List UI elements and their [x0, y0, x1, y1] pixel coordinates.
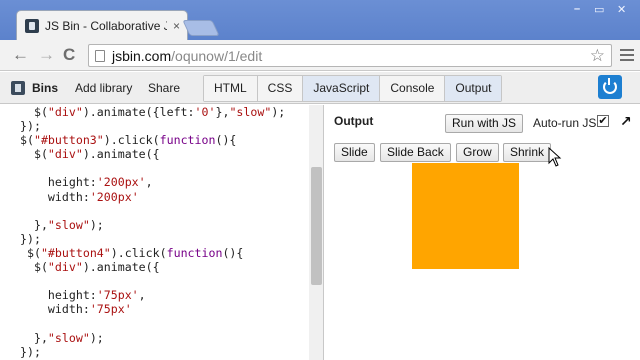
code-line[interactable]: }); [20, 232, 310, 246]
code-line[interactable]: $("div").animate({ [20, 260, 310, 274]
code-line[interactable] [20, 274, 310, 288]
autorun-label: Auto-run JS [533, 116, 597, 130]
javascript-editor[interactable]: $("div").animate({left:'0'},"slow");}); $… [0, 105, 324, 360]
mouse-cursor-icon [548, 147, 562, 167]
panel-toggle-group: HTML CSS JavaScript Console Output [203, 75, 503, 102]
tab-html[interactable]: HTML [204, 76, 258, 101]
browser-toolbar: ← → C jsbin.com/oqunow/1/edit ☆ [0, 40, 640, 71]
page-icon [95, 49, 105, 62]
jsbin-favicon-icon [25, 18, 39, 33]
slide-button[interactable]: Slide [334, 143, 375, 162]
output-label: Output [334, 114, 374, 128]
maximize-icon[interactable]: ▭ [594, 3, 604, 16]
close-window-icon[interactable]: ✕ [617, 3, 626, 16]
code-line[interactable] [20, 204, 310, 218]
browser-tab[interactable]: JS Bin - Collaborative Java × [16, 10, 188, 40]
address-bar[interactable]: jsbin.com/oqunow/1/edit ☆ [88, 44, 612, 67]
code-line[interactable]: }); [20, 119, 310, 133]
tab-output[interactable]: Output [445, 76, 502, 101]
add-library-menu[interactable]: Add library [75, 81, 132, 95]
tab-console[interactable]: Console [380, 76, 446, 101]
animated-div [412, 163, 519, 269]
share-menu[interactable]: Share [148, 81, 180, 95]
autorun-checkbox[interactable]: ✔ [597, 115, 609, 127]
code-line[interactable]: $("#button3").click(function(){ [20, 133, 310, 147]
back-arrow-icon[interactable]: ← [12, 46, 29, 64]
tab-title: JS Bin - Collaborative Java [45, 18, 167, 33]
tab-css[interactable]: CSS [257, 76, 304, 101]
output-pane: Output Run with JS Auto-run JS ✔ ↗ Slide… [325, 105, 640, 360]
slide-back-button[interactable]: Slide Back [380, 143, 451, 162]
bins-icon [11, 81, 25, 95]
power-button[interactable] [598, 75, 622, 99]
bins-menu[interactable]: Bins [32, 81, 58, 95]
code-line[interactable] [20, 316, 310, 330]
code-area[interactable]: $("div").animate({left:'0'},"slow");}); $… [20, 105, 310, 359]
code-line[interactable]: width:'200px' [20, 190, 310, 204]
code-line[interactable]: width:'75px' [20, 302, 310, 316]
popout-arrow-icon[interactable]: ↗ [620, 113, 632, 130]
scrollbar-thumb[interactable] [311, 167, 322, 285]
chrome-menu-icon[interactable] [620, 49, 634, 64]
code-line[interactable]: },"slow"); [20, 331, 310, 345]
minimize-icon[interactable]: – [574, 3, 580, 15]
code-line[interactable] [20, 161, 310, 175]
power-icon [603, 78, 617, 94]
code-line[interactable]: $("#button4").click(function(){ [20, 246, 310, 260]
browser-titlebar: JS Bin - Collaborative Java × – ▭ ✕ [0, 0, 640, 40]
run-with-js-button[interactable]: Run with JS [445, 114, 524, 133]
code-line[interactable]: }); [20, 345, 310, 359]
url-path: /oqunow/1/edit [171, 47, 263, 64]
jsbin-toolbar: Bins Add library Share HTML CSS JavaScript… [0, 72, 640, 104]
code-line[interactable]: height:'75px', [20, 288, 310, 302]
tab-javascript[interactable]: JavaScript [303, 76, 381, 101]
forward-arrow-icon[interactable]: → [38, 46, 55, 64]
new-tab-button[interactable] [182, 20, 220, 36]
reload-icon[interactable]: C [63, 46, 75, 64]
url-host: jsbin.com [112, 47, 172, 64]
bookmark-star-icon[interactable]: ☆ [590, 46, 605, 66]
grow-button[interactable]: Grow [456, 143, 499, 162]
close-tab-icon[interactable]: × [173, 19, 180, 33]
shrink-button[interactable]: Shrink [503, 143, 552, 162]
editor-scrollbar[interactable] [309, 105, 323, 360]
code-line[interactable]: height:'200px', [20, 175, 310, 189]
code-line[interactable]: $("div").animate({ [20, 147, 310, 161]
code-line[interactable]: $("div").animate({left:'0'},"slow"); [20, 105, 310, 119]
code-line[interactable]: },"slow"); [20, 218, 310, 232]
